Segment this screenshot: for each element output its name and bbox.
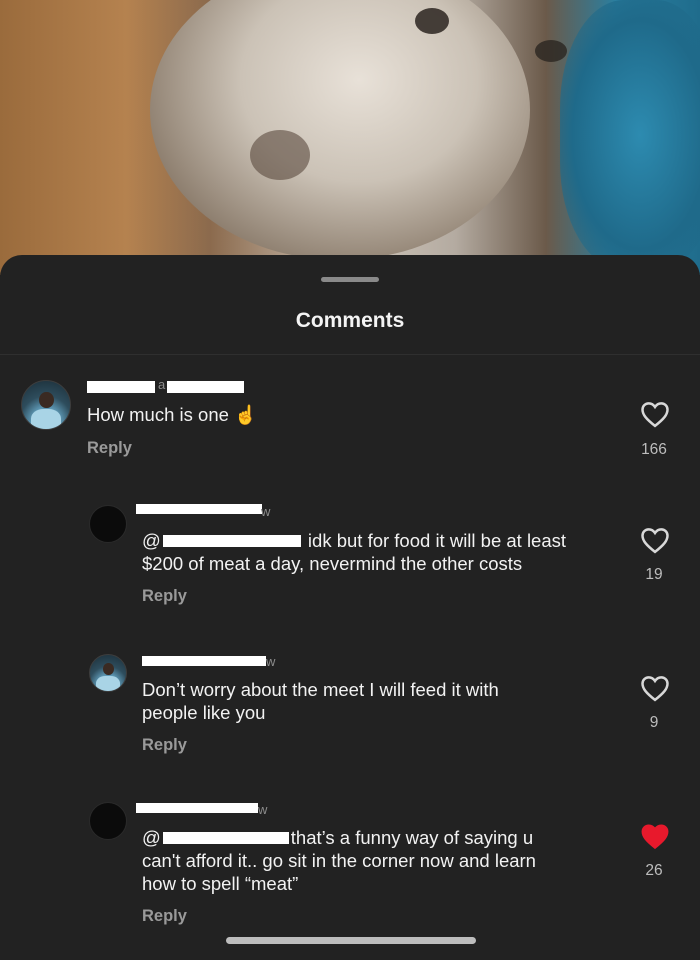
username-redacted[interactable]: [167, 381, 244, 393]
like-button[interactable]: [640, 400, 670, 428]
home-indicator[interactable]: [226, 937, 476, 944]
video-background-object: [560, 0, 700, 270]
mention-redacted[interactable]: [162, 831, 289, 844]
reply-button[interactable]: Reply: [142, 587, 187, 606]
divider: [0, 354, 700, 355]
comment-text-line: how to spell “meat”: [142, 873, 299, 894]
comment-text-line: can't afford it.. go sit in the corner n…: [142, 850, 536, 871]
mention-redacted[interactable]: [162, 534, 301, 547]
comment-text: How much is one ☝️: [87, 404, 258, 425]
avatar[interactable]: [89, 654, 127, 692]
heart-outline-icon: [641, 676, 669, 702]
avatar[interactable]: [89, 505, 127, 543]
comment-time: w: [258, 802, 268, 817]
comment-text-line: $200 of meat a day, nevermind the other …: [142, 553, 523, 574]
reply-button[interactable]: Reply: [142, 736, 187, 755]
sheet-title: Comments: [295, 309, 405, 332]
comment-text: Don’t worry about the meet I will feed i…: [142, 679, 499, 700]
reply-button[interactable]: Reply: [87, 439, 132, 458]
heart-outline-icon: [641, 528, 669, 554]
reply-button[interactable]: Reply: [142, 907, 187, 926]
comment-text-part: idk but for food it will be at least: [302, 530, 567, 551]
mention-prefix: @: [142, 530, 161, 551]
comment-text-line: people like you: [142, 702, 266, 723]
video-subject: [150, 0, 530, 260]
username-redacted[interactable]: [142, 656, 266, 666]
comment-time: w: [261, 504, 271, 519]
like-count: 9: [649, 714, 659, 731]
like-count: 166: [641, 441, 667, 458]
sheet-grabber[interactable]: [321, 277, 379, 282]
heart-outline-icon: [641, 402, 669, 428]
avatar[interactable]: [21, 380, 71, 430]
like-count: 19: [645, 566, 663, 583]
heart-filled-icon: [641, 824, 669, 850]
like-button[interactable]: [640, 526, 670, 554]
avatar[interactable]: [89, 802, 127, 840]
comment-text-part: that’s a funny way of saying u: [290, 827, 534, 848]
username-redacted[interactable]: [136, 803, 258, 813]
video-player[interactable]: [0, 0, 700, 275]
comment-text: @ idk but for food it will be at least: [142, 529, 566, 552]
comment-text: @ that’s a funny way of saying u: [142, 826, 533, 849]
username-redacted[interactable]: [136, 504, 262, 514]
like-button[interactable]: [640, 674, 670, 702]
video-detail: [415, 8, 449, 34]
video-detail: [535, 40, 567, 62]
username-redacted[interactable]: [87, 381, 155, 393]
comment-time: w: [266, 654, 276, 669]
like-button[interactable]: [640, 822, 670, 850]
like-count: 26: [645, 862, 663, 879]
video-detail: [250, 130, 310, 180]
mention-prefix: @: [142, 827, 161, 848]
comment-time: a: [158, 377, 166, 392]
